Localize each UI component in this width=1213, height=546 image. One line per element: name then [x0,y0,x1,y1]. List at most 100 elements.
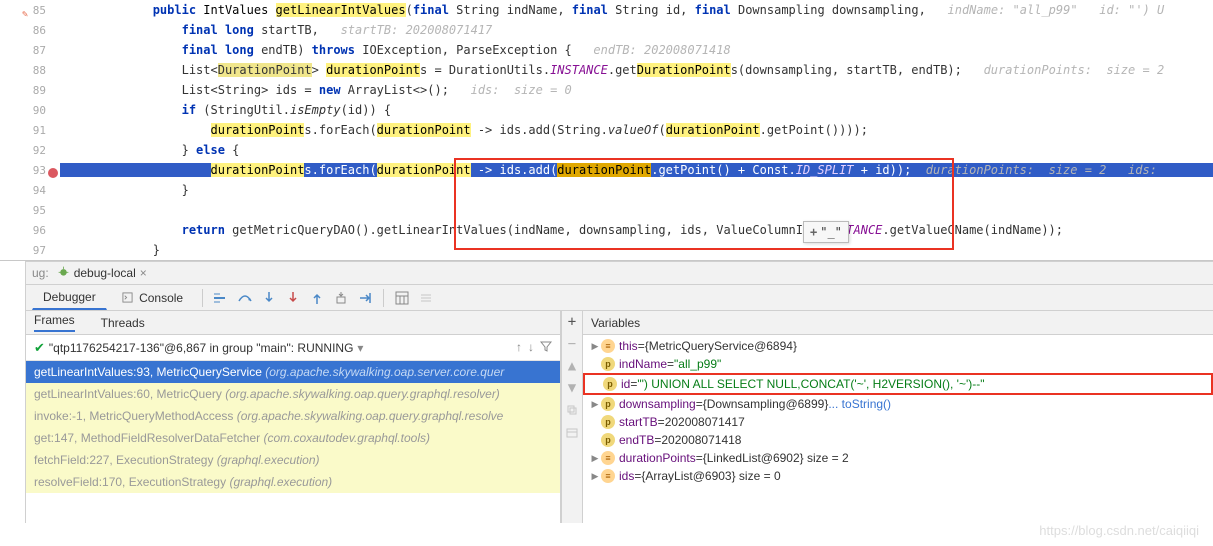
gutter[interactable]: ✎86 [0,24,60,37]
variables-tree[interactable]: ▶≡this = {MetricQueryService@6894}pindNa… [583,335,1213,523]
trace-current-stream-chain-icon[interactable] [416,288,436,308]
code-content[interactable]: } else { [60,143,1213,157]
tab-threads[interactable]: Threads [101,316,145,330]
gutter[interactable]: ✎93 [0,164,60,177]
code-content[interactable]: final long startTB, startTB: 20200807141… [60,23,1213,37]
var-kind-icon: ≡ [601,339,615,353]
variable-name: startTB [619,415,658,429]
stack-frame[interactable]: resolveField:170, ExecutionStrategy (gra… [26,471,560,493]
variable-row[interactable]: ▶≡durationPoints = {LinkedList@6902} siz… [583,449,1213,467]
gutter[interactable]: ✎90 [0,104,60,117]
evaluate-hint-popup[interactable]: +"_" [803,221,849,243]
tab-frames[interactable]: Frames [34,313,75,332]
tab-console[interactable]: Console [111,286,194,310]
tostring-link[interactable]: ... toString() [828,397,891,411]
next-frame-icon[interactable]: ↓ [528,340,534,355]
stack-frame[interactable]: invoke:-1, MetricQueryMethodAccess (org.… [26,405,560,427]
code-content[interactable]: durationPoints.forEach(durationPoint -> … [60,163,1213,177]
gutter[interactable]: ✎89 [0,84,60,97]
code-content[interactable]: List<DurationPoint> durationPoints = Dur… [60,63,1213,77]
gutter[interactable]: ✎87 [0,44,60,57]
step-out-icon[interactable] [307,288,327,308]
stack-frame[interactable]: getLinearIntValues:60, MetricQuery (org.… [26,383,560,405]
code-line[interactable]: ✎94 } [0,180,1213,200]
code-line[interactable]: ✎88 List<DurationPoint> durationPoints =… [0,60,1213,80]
filter-icon[interactable] [540,340,552,355]
gutter[interactable]: ✎96 [0,224,60,237]
duplicate-watch-icon[interactable] [562,399,582,421]
code-line[interactable]: ✎92 } else { [0,140,1213,160]
code-line[interactable]: ✎95 [0,200,1213,220]
variable-name: indName [619,357,667,371]
code-content[interactable] [60,203,1213,217]
code-content[interactable]: final long endTB) throws IOException, Pa… [60,43,1213,57]
show-watches-icon[interactable] [562,421,582,443]
expand-arrow-icon[interactable]: ▶ [589,399,601,410]
variable-row[interactable]: pendTB = 202008071418 [583,431,1213,449]
code-line[interactable]: ✎91 durationPoints.forEach(durationPoint… [0,120,1213,140]
remove-watch-icon[interactable]: − [562,333,582,355]
code-content[interactable]: } [60,243,1213,257]
variable-name: this [619,339,638,353]
run-to-cursor-icon[interactable] [355,288,375,308]
variable-row[interactable]: ▶≡ids = {ArrayList@6903} size = 0 [583,467,1213,485]
code-line[interactable]: ✎85 public IntValues getLinearIntValues(… [0,0,1213,20]
debug-tool-label [0,261,26,523]
code-content[interactable]: return getMetricQueryDAO().getLinearIntV… [60,223,1213,237]
variable-row[interactable]: ▶≡this = {MetricQueryService@6894} [583,337,1213,355]
gutter[interactable]: ✎97 [0,244,60,257]
run-config-name[interactable]: debug-local [74,266,136,280]
debugger-toolbar: Debugger Console [26,285,1213,311]
variable-row[interactable]: pstartTB = 202008071417 [583,413,1213,431]
step-into-icon[interactable] [259,288,279,308]
plus-icon: + [810,225,817,239]
expand-arrow-icon[interactable]: ▶ [589,453,601,464]
variable-row[interactable]: ▶pdownsampling = {Downsampling@6899} ...… [583,395,1213,413]
frame-list[interactable]: getLinearIntValues:93, MetricQueryServic… [26,361,560,523]
prev-frame-icon[interactable]: ↑ [516,340,522,355]
gutter[interactable]: ✎85 [0,4,60,17]
code-editor[interactable]: ✎85 public IntValues getLinearIntValues(… [0,0,1213,260]
code-line[interactable]: ✎96 return getMetricQueryDAO().getLinear… [0,220,1213,240]
thread-selector[interactable]: ✔ "qtp1176254217-136"@6,867 in group "ma… [26,335,560,361]
thread-name: "qtp1176254217-136"@6,867 in group "main… [49,341,354,355]
add-watch-icon[interactable]: + [562,311,582,333]
variable-row[interactable]: pid = "') UNION ALL SELECT NULL,CONCAT('… [583,373,1213,395]
expand-arrow-icon[interactable]: ▶ [589,341,601,352]
stack-frame[interactable]: fetchField:227, ExecutionStrategy (graph… [26,449,560,471]
code-content[interactable]: List<String> ids = new ArrayList<>(); id… [60,83,1213,97]
evaluate-expression-icon[interactable] [392,288,412,308]
gutter[interactable]: ✎91 [0,124,60,137]
gutter[interactable]: ✎92 [0,144,60,157]
drop-frame-icon[interactable] [331,288,351,308]
stack-frame[interactable]: get:147, MethodFieldResolverDataFetcher … [26,427,560,449]
code-line[interactable]: ✎86 final long startTB, startTB: 2020080… [0,20,1213,40]
gutter[interactable]: ✎95 [0,204,60,217]
tab-debugger[interactable]: Debugger [32,285,107,310]
code-content[interactable]: if (StringUtil.isEmpty(id)) { [60,103,1213,117]
code-line[interactable]: ✎90 if (StringUtil.isEmpty(id)) { [0,100,1213,120]
run-config-tabbar: ug: debug-local × [26,261,1213,285]
move-down-icon[interactable]: ▼ [562,377,582,399]
variable-row[interactable]: pindName = "all_p99" [583,355,1213,373]
code-content[interactable]: durationPoints.forEach(durationPoint -> … [60,123,1213,137]
code-line[interactable]: ✎87 final long endTB) throws IOException… [0,40,1213,60]
code-line[interactable]: ✎97 } [0,240,1213,260]
code-content[interactable]: public IntValues getLinearIntValues(fina… [60,3,1213,17]
gutter[interactable]: ✎94 [0,184,60,197]
code-content[interactable]: } [60,183,1213,197]
force-step-into-icon[interactable] [283,288,303,308]
move-up-icon[interactable]: ▲ [562,355,582,377]
gutter[interactable]: ✎88 [0,64,60,77]
expand-arrow-icon[interactable]: ▶ [589,471,601,482]
variable-value: {MetricQueryService@6894} [645,339,797,353]
step-over-to-cursor-icon[interactable] [211,288,231,308]
breakpoint-icon[interactable] [48,168,58,178]
var-kind-icon: p [603,377,617,391]
step-over-icon[interactable] [235,288,255,308]
close-icon[interactable]: × [140,266,147,280]
stack-frame[interactable]: getLinearIntValues:93, MetricQueryServic… [26,361,560,383]
code-line[interactable]: ✎89 List<String> ids = new ArrayList<>()… [0,80,1213,100]
code-line[interactable]: ✎93 durationPoints.forEach(durationPoint… [0,160,1213,180]
chevron-down-icon[interactable]: ▾ [357,341,363,355]
